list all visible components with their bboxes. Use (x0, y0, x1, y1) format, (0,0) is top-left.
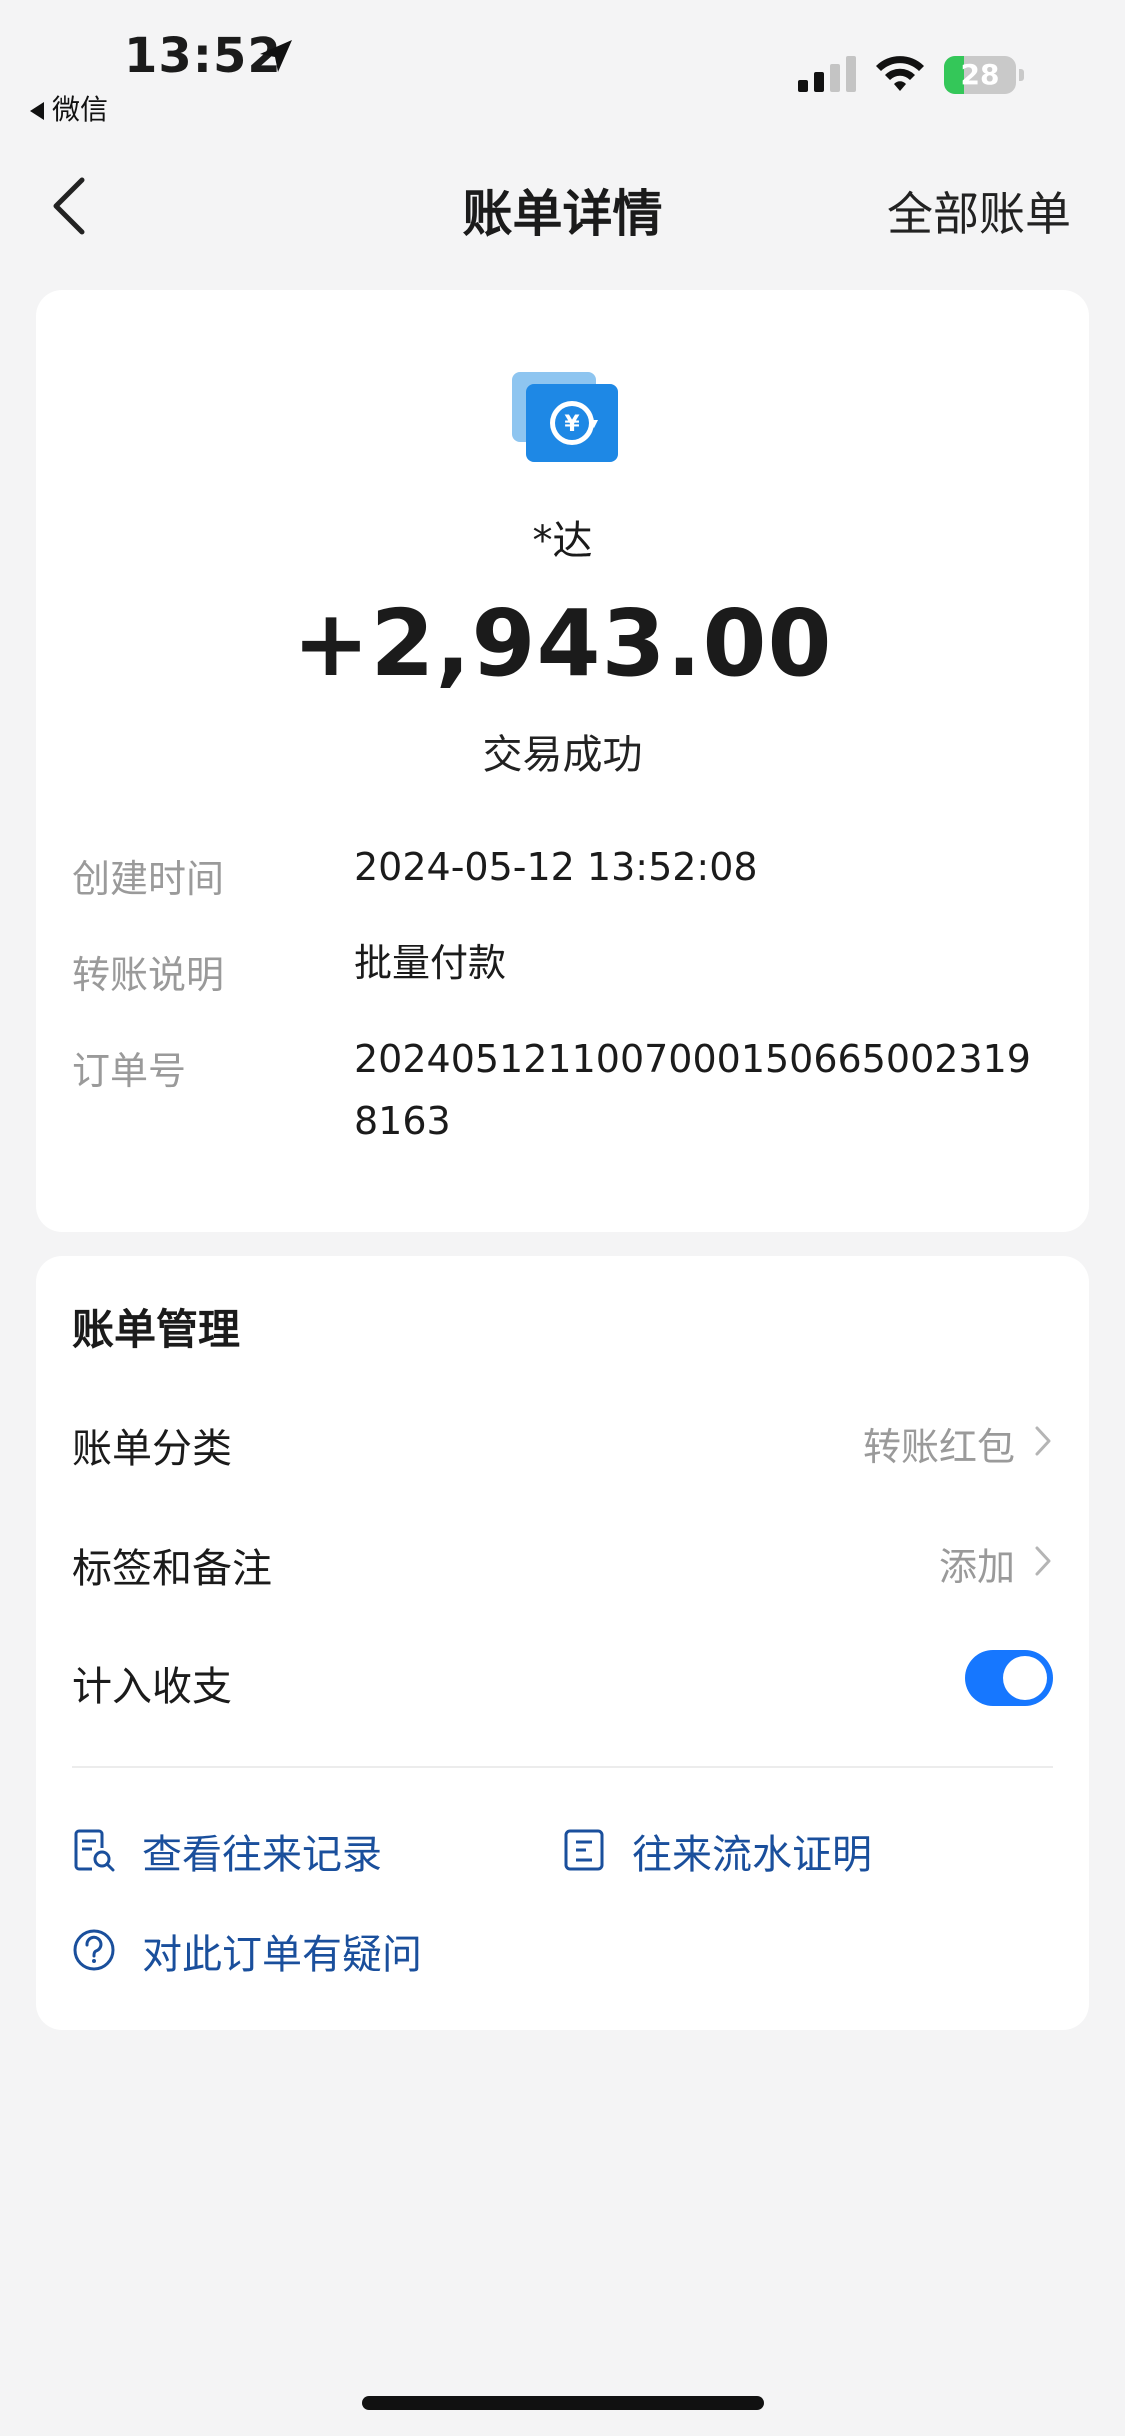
home-indicator[interactable] (362, 2396, 764, 2410)
include-in-budget-toggle[interactable] (965, 1650, 1053, 1706)
bill-category-label: 账单分类 (72, 1426, 232, 1472)
records-search-icon (74, 1829, 115, 1872)
view-records-label: 查看往来记录 (142, 1832, 382, 1878)
bill-category-value: 转账红包 (862, 1425, 1015, 1469)
wifi-icon (876, 56, 924, 91)
battery-body: 28 (944, 56, 1016, 94)
order-number-value: 20240512110070001506650023198163 (354, 1037, 1031, 1143)
battery-level-text: 28 (960, 58, 1000, 91)
transfer-note-label: 转账说明 (72, 953, 225, 997)
divider (72, 1766, 1053, 1768)
include-in-budget-label: 计入收支 (72, 1664, 232, 1710)
order-question-label: 对此订单有疑问 (142, 1932, 422, 1978)
battery-nub (1019, 69, 1024, 81)
transaction-card: ¥ *达 +2,943.00 交易成功 创建时间 2024-05-12 13:5… (36, 290, 1089, 1232)
transaction-proof-label: 往来流水证明 (632, 1832, 872, 1878)
battery-indicator: 28 (944, 56, 1026, 94)
order-number-label: 订单号 (72, 1049, 187, 1093)
back-triangle-icon (30, 102, 44, 120)
transaction-status: 交易成功 (482, 732, 643, 778)
cellular-signal-icon (798, 56, 856, 92)
chevron-right-icon (1035, 1546, 1051, 1576)
status-bar: 13:52 微信 28 (0, 0, 1125, 130)
toggle-knob (1003, 1656, 1047, 1700)
document-proof-icon (564, 1829, 604, 1871)
navigation-bar: 账单详情 全部账单 (0, 160, 1125, 250)
created-time-value: 2024-05-12 13:52:08 (354, 845, 758, 889)
tags-notes-label: 标签和备注 (72, 1546, 272, 1592)
created-time-label: 创建时间 (72, 857, 225, 901)
svg-text:¥: ¥ (564, 412, 580, 437)
back-to-app-button[interactable]: 微信 (30, 88, 108, 128)
section-title: 账单管理 (72, 1305, 241, 1354)
all-bills-link[interactable]: 全部账单 (887, 178, 1071, 244)
bill-management-card: 账单管理 账单分类 转账红包 标签和备注 添加 计入收支 查看往来记录 往来流水… (36, 1256, 1089, 2030)
chevron-right-icon (1035, 1426, 1051, 1456)
back-app-label: 微信 (52, 93, 109, 126)
transfer-yuan-icon: ¥ (512, 372, 618, 462)
transaction-amount: +2,943.00 (292, 590, 833, 697)
location-arrow-icon (260, 40, 292, 72)
question-circle-icon (73, 1929, 115, 1971)
payee-name: *达 (532, 518, 593, 564)
tags-notes-value: 添加 (938, 1545, 1015, 1589)
transfer-note-value: 批量付款 (354, 941, 507, 985)
